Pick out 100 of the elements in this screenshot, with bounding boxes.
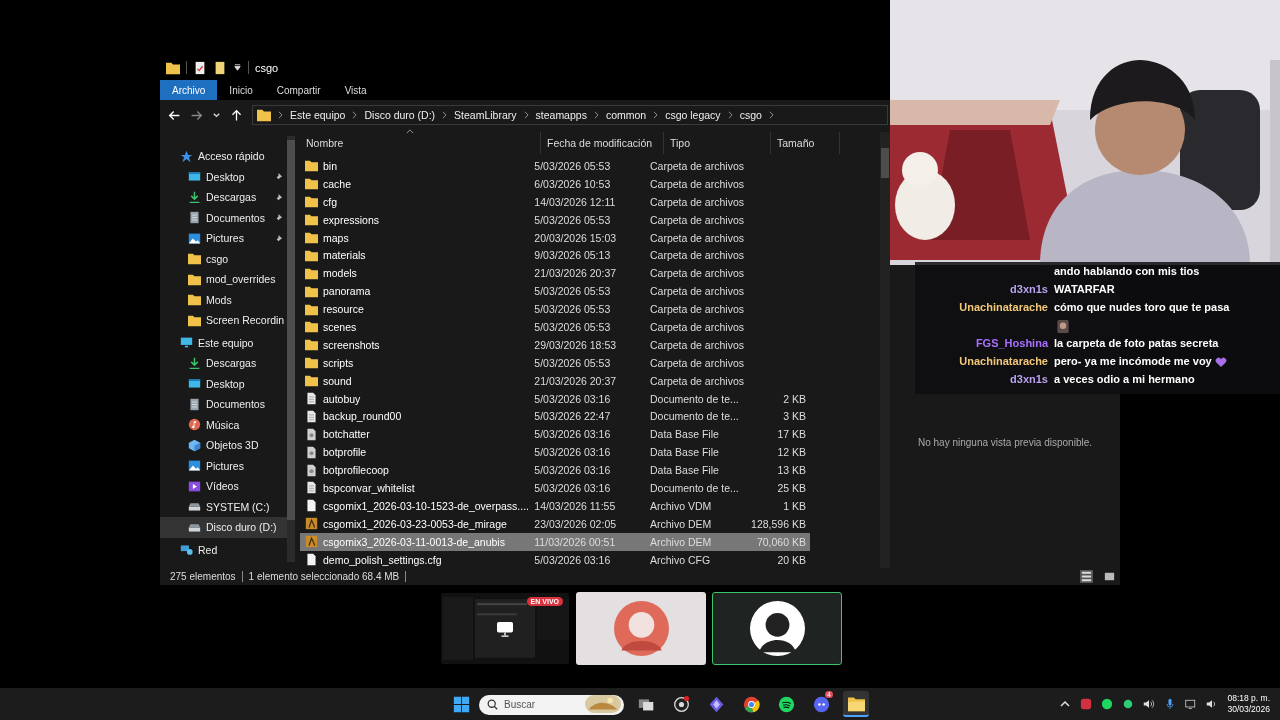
breadcrumb[interactable]: csgo legacy [665, 109, 721, 121]
breadcrumb[interactable]: csgo [739, 109, 762, 121]
pin-icon[interactable] [274, 233, 283, 243]
ribbon-tab[interactable]: Inicio [217, 80, 265, 100]
pin-icon[interactable] [274, 192, 283, 202]
chat-username[interactable]: Unachinatarache [915, 352, 1048, 370]
column-header[interactable]: Nombre [300, 132, 541, 154]
file-row[interactable]: csgomix1_2026-03-23-0053-de_mirage 23/03/2026 02:05 Archivo DEM 128,596 KB [300, 514, 810, 533]
file-row[interactable]: autobuy 5/03/2026 03:16 Documento de te... 2 KB [300, 389, 810, 408]
microphone-icon[interactable] [1164, 698, 1177, 710]
music-app-icon[interactable] [1101, 698, 1114, 710]
column-header[interactable]: Tipo [664, 132, 771, 154]
call-tile[interactable] [576, 592, 706, 665]
status-dot-icon[interactable] [1122, 698, 1135, 710]
file-size: 20 KB [776, 553, 807, 566]
nav-item[interactable]: Descargas [160, 353, 287, 374]
file-row[interactable]: cfg 14/03/2026 12:11 Carpeta de archivos [300, 192, 810, 211]
file-row[interactable]: botprofilecoop 5/03/2026 03:16 Data Base File 13 KB [300, 461, 810, 480]
file-row[interactable]: maps 20/03/2026 15:03 Carpeta de archivos [300, 228, 810, 247]
nav-item[interactable]: mod_overrides [160, 269, 287, 290]
file-size: 13 KB [776, 464, 807, 477]
breadcrumb[interactable]: steamapps [535, 109, 587, 121]
nav-item[interactable]: Música [160, 414, 287, 435]
file-row[interactable]: sound 21/03/2026 20:37 Carpeta de archivos [300, 371, 810, 390]
chat-username[interactable]: FGS_Hoshina [915, 334, 1048, 352]
nav-item[interactable]: Disco duro (D:) [160, 517, 287, 538]
thumbnails-view-icon[interactable] [1103, 570, 1116, 583]
ribbon-tab[interactable]: Compartir [264, 80, 333, 100]
chat-username[interactable]: d3xn1s [915, 280, 1048, 298]
nav-item[interactable]: Objetos 3D [160, 435, 287, 456]
file-row[interactable]: panorama 5/03/2026 05:53 Carpeta de archivos [300, 282, 810, 301]
nav-item[interactable]: csgo [160, 248, 287, 269]
clock-date[interactable]: 30/03/2026 [1227, 704, 1270, 715]
nav-item[interactable]: Red [160, 539, 287, 560]
nav-item[interactable]: Desktop [160, 166, 287, 187]
breadcrumb[interactable]: Disco duro (D:) [364, 109, 436, 121]
column-header[interactable]: Fecha de modificación [541, 132, 664, 154]
forward-icon[interactable] [190, 108, 203, 122]
file-row[interactable]: demo_polish_settings.cfg 5/03/2026 03:16 Archivo CFG 20 KB [300, 550, 810, 568]
file-row[interactable]: models 21/03/2026 20:37 Carpeta de archivos [300, 264, 810, 283]
pin-icon[interactable] [274, 172, 283, 182]
call-tile[interactable] [712, 592, 842, 665]
new-folder-icon[interactable] [213, 60, 227, 75]
file-row[interactable]: backup_round00 5/03/2026 22:47 Documento de te... 3 KB [300, 407, 810, 426]
list-scrollbar[interactable] [880, 132, 890, 568]
nav-item[interactable]: Pictures [160, 455, 287, 476]
breadcrumb[interactable]: SteamLibrary [454, 109, 517, 121]
desktop-icon [188, 170, 201, 184]
file-name: botprofile [323, 446, 367, 459]
nav-item[interactable]: Mods [160, 289, 287, 310]
clock-time[interactable]: 08:18 p. m. [1227, 693, 1270, 704]
back-icon[interactable] [168, 108, 181, 122]
file-row[interactable]: resource 5/03/2026 05:53 Carpeta de archivos [300, 300, 810, 318]
column-header[interactable]: Tamaño [771, 132, 840, 154]
details-view-icon[interactable] [1080, 570, 1093, 583]
chevron-down-icon[interactable] [212, 110, 221, 120]
file-row[interactable]: cache 6/03/2026 10:53 Carpeta de archivos [300, 174, 810, 193]
file-row[interactable]: bin 5/03/2026 05:53 Carpeta de archivos [300, 157, 810, 175]
pin-icon[interactable] [274, 213, 283, 223]
chat-username[interactable]: d3xn1s [915, 370, 1048, 388]
nav-item[interactable]: Pictures [160, 228, 287, 249]
modified-date: 5/03/2026 03:16 [533, 392, 612, 405]
nav-item[interactable]: Documentos [160, 394, 287, 415]
file-size: 25 KB [776, 481, 807, 494]
file-row[interactable]: csgomix1_2026-03-10-1523-de_overpass.... 14/03/2026 11:55 Archivo VDM 1 KB [300, 496, 810, 515]
file-row[interactable]: botchatter 5/03/2026 03:16 Data Base File 17 KB [300, 425, 810, 444]
file-row[interactable]: scenes 5/03/2026 05:53 Carpeta de archivos [300, 318, 810, 336]
address-bar[interactable]: Este equipo Disco duro (D:) SteamLibrary steamapps common csgo legacy csgo [252, 105, 888, 125]
ribbon-tab[interactable]: Vista [332, 80, 379, 100]
nav-item[interactable]: Vídeos [160, 476, 287, 497]
folder-icon [188, 252, 201, 266]
breadcrumb[interactable]: Este equipo [290, 109, 346, 121]
app-tray-icon[interactable] [1080, 698, 1093, 710]
file-row[interactable]: bspconvar_whitelist 5/03/2026 03:16 Documento de te... 25 KB [300, 479, 810, 497]
file-row[interactable]: screenshots 29/03/2026 18:53 Carpeta de archivos [300, 335, 810, 354]
file-icon [305, 553, 318, 567]
file-row[interactable]: expressions 5/03/2026 05:53 Carpeta de archivos [300, 210, 810, 229]
breadcrumb[interactable]: common [605, 109, 647, 121]
file-row[interactable]: csgomix3_2026-03-11-0013-de_anubis 11/03/2026 00:51 Archivo DEM 70,060 KB [300, 532, 810, 551]
taskbar-app[interactable] [843, 691, 869, 717]
nav-item[interactable]: SYSTEM (C:) [160, 496, 287, 517]
chat-username[interactable]: Unachinatarache [915, 298, 1048, 316]
nav-item[interactable]: Documentos [160, 207, 287, 228]
nav-item[interactable]: Este equipo [160, 332, 287, 353]
file-row[interactable]: materials 9/03/2026 05:13 Carpeta de archivos [300, 246, 810, 265]
window-title: csgo [255, 61, 279, 74]
nav-item[interactable]: Screen Recordin [160, 310, 287, 331]
file-row[interactable]: scripts 5/03/2026 05:53 Carpeta de archivos [300, 353, 810, 372]
up-icon[interactable] [230, 108, 243, 122]
ribbon-tab[interactable]: Archivo [160, 80, 218, 100]
speaker-icon[interactable] [1143, 698, 1156, 710]
dropdown-icon[interactable] [233, 63, 242, 72]
nav-item[interactable]: Descargas [160, 187, 287, 208]
nav-item[interactable]: Desktop [160, 373, 287, 394]
file-row[interactable]: botprofile 5/03/2026 03:16 Data Base File 12 KB [300, 443, 810, 462]
sidebar-scrollbar[interactable] [287, 136, 295, 562]
folder-icon [257, 108, 271, 122]
properties-icon[interactable] [193, 60, 207, 75]
nav-item[interactable]: Acceso rápido [160, 146, 287, 167]
start-icon[interactable] [453, 695, 470, 713]
